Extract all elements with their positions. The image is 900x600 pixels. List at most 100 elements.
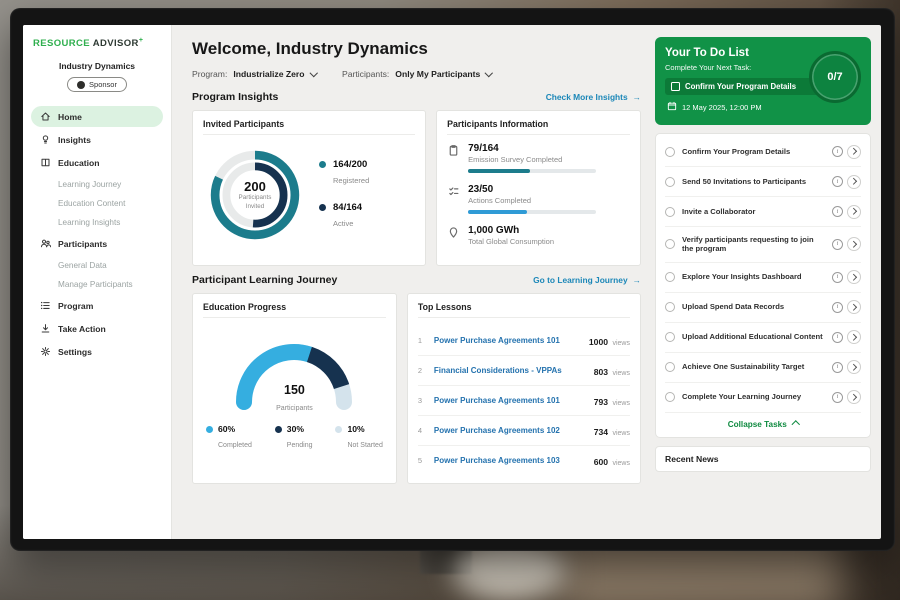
legend-value: 30% [287, 424, 313, 434]
sidebar-item-program[interactable]: Program [31, 295, 163, 316]
invited-donut-chart: 200 Participants Invited [203, 143, 307, 247]
info-icon[interactable]: i [832, 272, 843, 283]
sidebar-item-insights[interactable]: Insights [31, 129, 163, 150]
recent-news-card[interactable]: Recent News [655, 446, 871, 472]
sidebar-item-take-action[interactable]: Take Action [31, 318, 163, 339]
task-checkbox[interactable] [665, 332, 675, 342]
check-more-insights-label: Check More Insights [546, 92, 628, 102]
lesson-rank: 2 [418, 366, 426, 375]
download-icon [40, 323, 51, 334]
legend-item-registered: 164/200Registered [319, 159, 369, 188]
page-title: Welcome, Industry Dynamics [192, 39, 641, 59]
chevron-right-icon[interactable] [847, 145, 861, 159]
info-icon[interactable]: i [832, 302, 843, 313]
chevron-right-icon[interactable] [847, 205, 861, 219]
task-checkbox[interactable] [665, 147, 675, 157]
task-row[interactable]: Explore Your Insights Dashboard i [665, 263, 861, 293]
lesson-link[interactable]: Power Purchase Agreements 102 [434, 426, 586, 435]
sidebar-item-education[interactable]: Education [31, 152, 163, 173]
sidebar-item-participants[interactable]: Participants [31, 233, 163, 254]
collapse-tasks-button[interactable]: Collapse Tasks [665, 413, 861, 435]
lesson-link[interactable]: Financial Considerations - VPPAs [434, 366, 586, 375]
chevron-right-icon[interactable] [847, 360, 861, 374]
task-checkbox[interactable] [665, 177, 675, 187]
sidebar-item-manage-participants[interactable]: Manage Participants [31, 275, 163, 293]
consumption-label: Total Global Consumption [468, 237, 554, 246]
sidebar-item-home[interactable]: Home [31, 106, 163, 127]
invited-participants-card: Invited Participants 200 [192, 110, 426, 266]
sidebar-item-label: Take Action [58, 324, 106, 334]
sidebar-item-education-content[interactable]: Education Content [31, 194, 163, 212]
info-icon[interactable]: i [832, 332, 843, 343]
todo-due-date-label: 12 May 2025, 12:00 PM [682, 103, 762, 112]
info-icon[interactable]: i [832, 362, 843, 373]
consumption-value: 1,000 GWh [468, 225, 554, 236]
lesson-views: 793 views [594, 392, 630, 410]
chevron-right-icon[interactable] [847, 237, 861, 251]
task-row[interactable]: Send 50 Invitations to Participants i [665, 167, 861, 197]
info-icon[interactable]: i [832, 392, 843, 403]
invited-legend: 164/200Registered 84/164Active [319, 159, 369, 231]
sidebar-item-settings[interactable]: Settings [31, 341, 163, 362]
task-checkbox[interactable] [665, 207, 675, 217]
task-checkbox[interactable] [665, 272, 675, 282]
info-icon[interactable]: i [832, 206, 843, 217]
sidebar-item-label: Insights [58, 135, 91, 145]
sponsor-badge[interactable]: Sponsor [67, 77, 127, 92]
education-progress-card: Education Progress 150 Participants [192, 293, 397, 484]
task-row[interactable]: Confirm Your Program Details i [665, 137, 861, 167]
task-row[interactable]: Upload Additional Educational Content i [665, 323, 861, 353]
task-row[interactable]: Achieve One Sustainability Target i [665, 353, 861, 383]
lesson-views: 803 views [594, 362, 630, 380]
collapse-tasks-label: Collapse Tasks [728, 420, 787, 429]
sidebar-item-label: Education [58, 158, 100, 168]
go-to-learning-journey-link[interactable]: Go to Learning Journey→ [533, 275, 641, 285]
sidebar-item-label: Program [58, 301, 93, 311]
actions-label: Actions Completed [468, 196, 596, 205]
learning-journey-cards: Education Progress 150 Participants [192, 293, 641, 484]
task-checkbox[interactable] [665, 302, 675, 312]
check-more-insights-link[interactable]: Check More Insights → [546, 92, 641, 102]
task-row[interactable]: Verify participants requesting to join t… [665, 227, 861, 263]
filters-row: Program: Industrialize Zero Participants… [192, 69, 641, 79]
education-progress-gauge: 150 Participants [219, 326, 369, 415]
todo-next-task[interactable]: Confirm Your Program Details [665, 78, 829, 95]
task-checkbox[interactable] [665, 362, 675, 372]
chevron-right-icon[interactable] [847, 270, 861, 284]
chevron-right-icon[interactable] [847, 300, 861, 314]
todo-pane: Your To Do List Complete Your Next Task:… [653, 25, 881, 539]
legend-label: Not Started [347, 442, 382, 449]
participants-information-title: Participants Information [447, 119, 630, 135]
sidebar-item-learning-insights[interactable]: Learning Insights [31, 213, 163, 231]
sidebar-item-learning-journey[interactable]: Learning Journey [31, 175, 163, 193]
gauge-center-caption: Participants [276, 405, 313, 412]
participants-filter: Participants: Only My Participants [342, 69, 492, 79]
legend-dot [319, 204, 326, 211]
info-icon[interactable]: i [832, 146, 843, 157]
legend-label: Active [333, 219, 353, 228]
info-icon[interactable]: i [832, 239, 843, 250]
program-insights-cards: Invited Participants 200 [192, 110, 641, 266]
sidebar-item-general-data[interactable]: General Data [31, 256, 163, 274]
info-row-actions: 23/50 Actions Completed [447, 184, 630, 214]
task-row[interactable]: Upload Spend Data Records i [665, 293, 861, 323]
task-row[interactable]: Complete Your Learning Journey i [665, 383, 861, 413]
sidebar-item-label: Home [58, 112, 82, 122]
participants-select[interactable]: Only My Participants [395, 69, 492, 79]
task-row[interactable]: Invite a Collaborator i [665, 197, 861, 227]
book-icon [40, 157, 51, 168]
lesson-link[interactable]: Power Purchase Agreements 101 [434, 336, 581, 345]
arrow-right-icon: → [633, 92, 641, 102]
legend-dot [275, 426, 282, 433]
lesson-views: 734 views [594, 422, 630, 440]
program-select[interactable]: Industrialize Zero [233, 69, 316, 79]
chevron-right-icon[interactable] [847, 330, 861, 344]
task-checkbox[interactable] [665, 392, 675, 402]
info-icon[interactable]: i [832, 176, 843, 187]
task-checkbox[interactable] [665, 239, 675, 249]
lesson-link[interactable]: Power Purchase Agreements 103 [434, 456, 586, 465]
legend-item-active: 84/164Active [319, 202, 369, 231]
lesson-link[interactable]: Power Purchase Agreements 101 [434, 396, 586, 405]
chevron-right-icon[interactable] [847, 175, 861, 189]
chevron-right-icon[interactable] [847, 390, 861, 404]
